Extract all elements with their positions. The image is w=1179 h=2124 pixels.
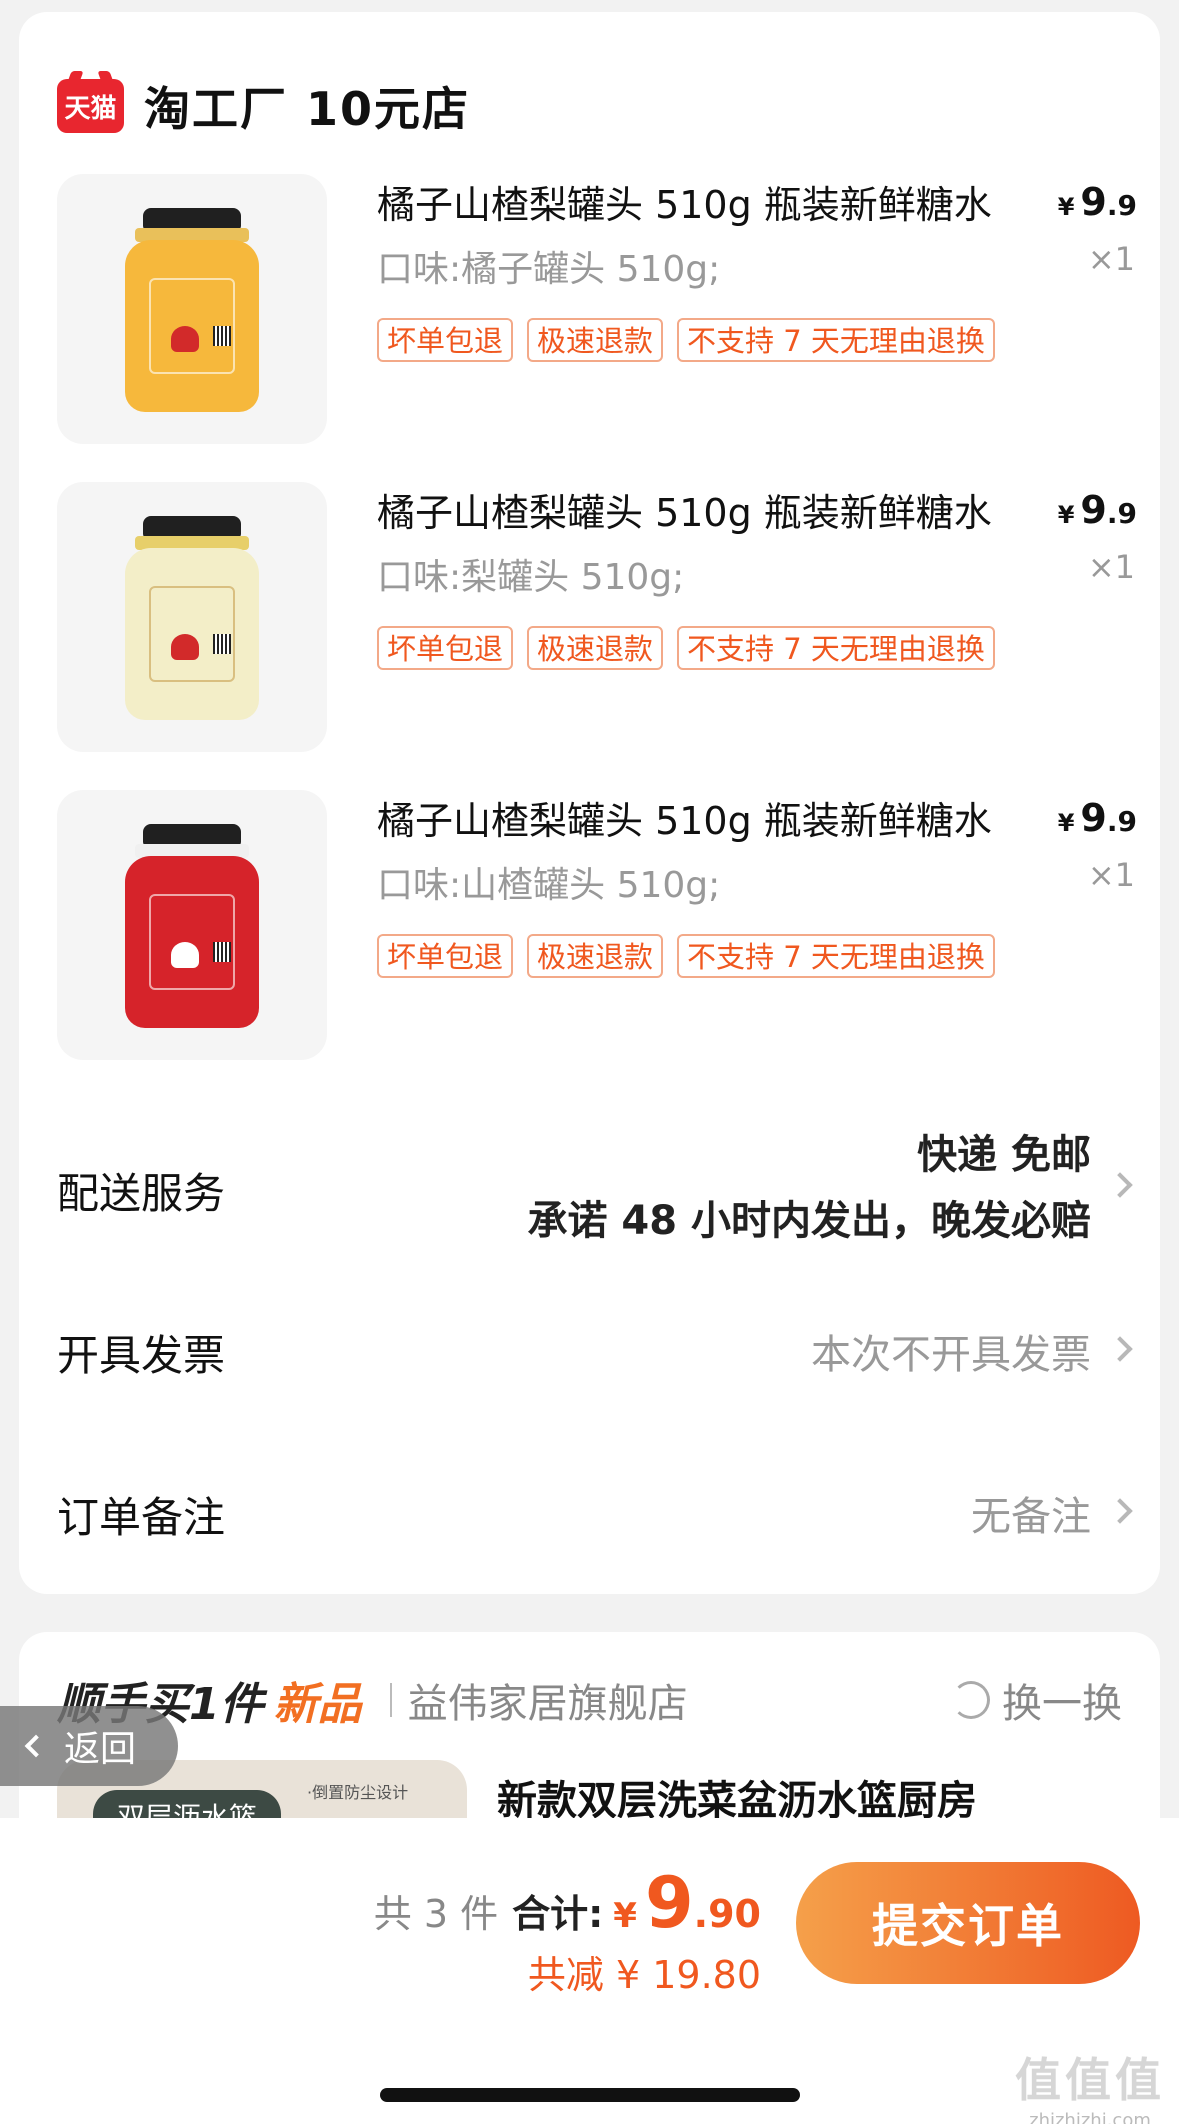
order-note-label: 订单备注 (57, 1493, 226, 1542)
delivery-row[interactable]: 配送服务 快递 免邮 承诺 48 小时内发出，晚发必赔 (57, 1110, 1137, 1260)
invoice-value: 本次不开具发票 (811, 1332, 1091, 1378)
jar-image (125, 516, 259, 720)
chevron-right-icon (1107, 1498, 1133, 1524)
service-tag: 不支持 7 天无理由退换 (677, 626, 995, 670)
jar-image (125, 208, 259, 412)
service-tag: 极速退款 (527, 318, 664, 362)
swap-label: 换一换 (1002, 1681, 1122, 1727)
chevron-right-icon (1107, 1172, 1133, 1198)
product-quantity: ×1 (1087, 856, 1135, 894)
swap-button[interactable]: 换一换 (952, 1670, 1122, 1730)
order-note-row[interactable]: 订单备注 无备注 (57, 1470, 1137, 1550)
order-card: 天猫 淘工厂 10元店 橘子山楂梨罐头 510g 瓶装新鲜糖水 ¥9.9 口味:… (19, 12, 1160, 1594)
product-spec: 口味:橘子罐头 510g; (377, 249, 721, 290)
delivery-promise: 承诺 48 小时内发出，晚发必赔 (527, 1198, 1091, 1244)
invoice-row[interactable]: 开具发票 本次不开具发票 (57, 1308, 1137, 1388)
upsell-new-tag: 新品 (273, 1679, 362, 1730)
currency-symbol: ¥ (613, 1896, 637, 1936)
product-price: ¥9.9 (1057, 180, 1137, 224)
service-tags: 坏单包退 极速退款 不支持 7 天无理由退换 (377, 934, 995, 978)
back-label: 返回 (64, 1729, 137, 1770)
tmall-logo: 天猫 (57, 79, 124, 133)
product-title[interactable]: 橘子山楂梨罐头 510g 瓶装新鲜糖水 (377, 790, 992, 845)
service-tag: 极速退款 (527, 626, 664, 670)
product-image[interactable] (57, 482, 327, 752)
order-item[interactable]: 橘子山楂梨罐头 510g 瓶装新鲜糖水 ¥9.9 口味:山楂罐头 510g; ×… (57, 790, 1137, 1062)
total-decimal: .90 (693, 1892, 761, 1936)
product-title[interactable]: 橘子山楂梨罐头 510g 瓶装新鲜糖水 (377, 482, 992, 537)
product-image[interactable] (57, 790, 327, 1060)
delivery-label: 配送服务 (57, 1169, 226, 1218)
home-indicator[interactable] (380, 2088, 800, 2102)
service-tag: 坏单包退 (377, 318, 514, 362)
product-price: ¥9.9 (1057, 488, 1137, 532)
service-tags: 坏单包退 极速退款 不支持 7 天无理由退换 (377, 626, 995, 670)
order-item[interactable]: 橘子山楂梨罐头 510g 瓶装新鲜糖水 ¥9.9 口味:梨罐头 510g; ×1… (57, 482, 1137, 754)
product-quantity: ×1 (1087, 240, 1135, 278)
product-price: ¥9.9 (1057, 796, 1137, 840)
order-total: 共 3 件 合计: ¥ 9 .90 (374, 1862, 761, 1944)
upsell-image-note: ·倒置防尘设计 (307, 1783, 409, 1802)
discount-total: 共减 ¥ 19.80 (527, 1953, 761, 1997)
item-count: 共 3 件 (373, 1892, 499, 1936)
store-name: 淘工厂 10元店 (144, 82, 471, 136)
chevron-left-icon (24, 1734, 48, 1758)
divider (389, 1683, 392, 1717)
upsell-store-name[interactable]: 益伟家居旗舰店 (408, 1671, 688, 1729)
store-header[interactable]: 天猫 淘工厂 10元店 (57, 66, 470, 146)
product-spec: 口味:梨罐头 510g; (377, 557, 685, 598)
service-tag: 坏单包退 (377, 934, 514, 978)
total-label: 合计: (512, 1892, 604, 1936)
service-tags: 坏单包退 极速退款 不支持 7 天无理由退换 (377, 318, 995, 362)
service-tag: 极速退款 (527, 934, 664, 978)
invoice-label: 开具发票 (57, 1331, 226, 1380)
refresh-icon (952, 1681, 990, 1719)
jar-image (125, 824, 259, 1028)
product-image[interactable] (57, 174, 327, 444)
checkout-bar: 共 3 件 合计: ¥ 9 .90 共减 ¥ 19.80 提交订单 值值值 zh… (0, 1818, 1179, 2124)
product-spec: 口味:山楂罐头 510g; (377, 865, 721, 906)
watermark-url: zhizhizhi.com (1029, 2110, 1151, 2124)
service-tag: 坏单包退 (377, 626, 514, 670)
product-title[interactable]: 橘子山楂梨罐头 510g 瓶装新鲜糖水 (377, 174, 992, 229)
product-quantity: ×1 (1087, 548, 1135, 586)
service-tag: 不支持 7 天无理由退换 (677, 318, 995, 362)
submit-order-button[interactable]: 提交订单 (796, 1862, 1140, 1984)
order-item[interactable]: 橘子山楂梨罐头 510g 瓶装新鲜糖水 ¥9.9 口味:橘子罐头 510g; ×… (57, 174, 1137, 446)
watermark: 值值值 zhizhizhi.com (1015, 2044, 1165, 2124)
total-integer: 9 (644, 1862, 694, 1944)
delivery-method: 快递 免邮 (917, 1132, 1091, 1178)
chevron-right-icon (1107, 1336, 1133, 1362)
back-button[interactable]: 返回 (0, 1706, 178, 1786)
order-note-value: 无备注 (971, 1494, 1091, 1540)
service-tag: 不支持 7 天无理由退换 (677, 934, 995, 978)
watermark-logo: 值值值 (1015, 2053, 1165, 2107)
